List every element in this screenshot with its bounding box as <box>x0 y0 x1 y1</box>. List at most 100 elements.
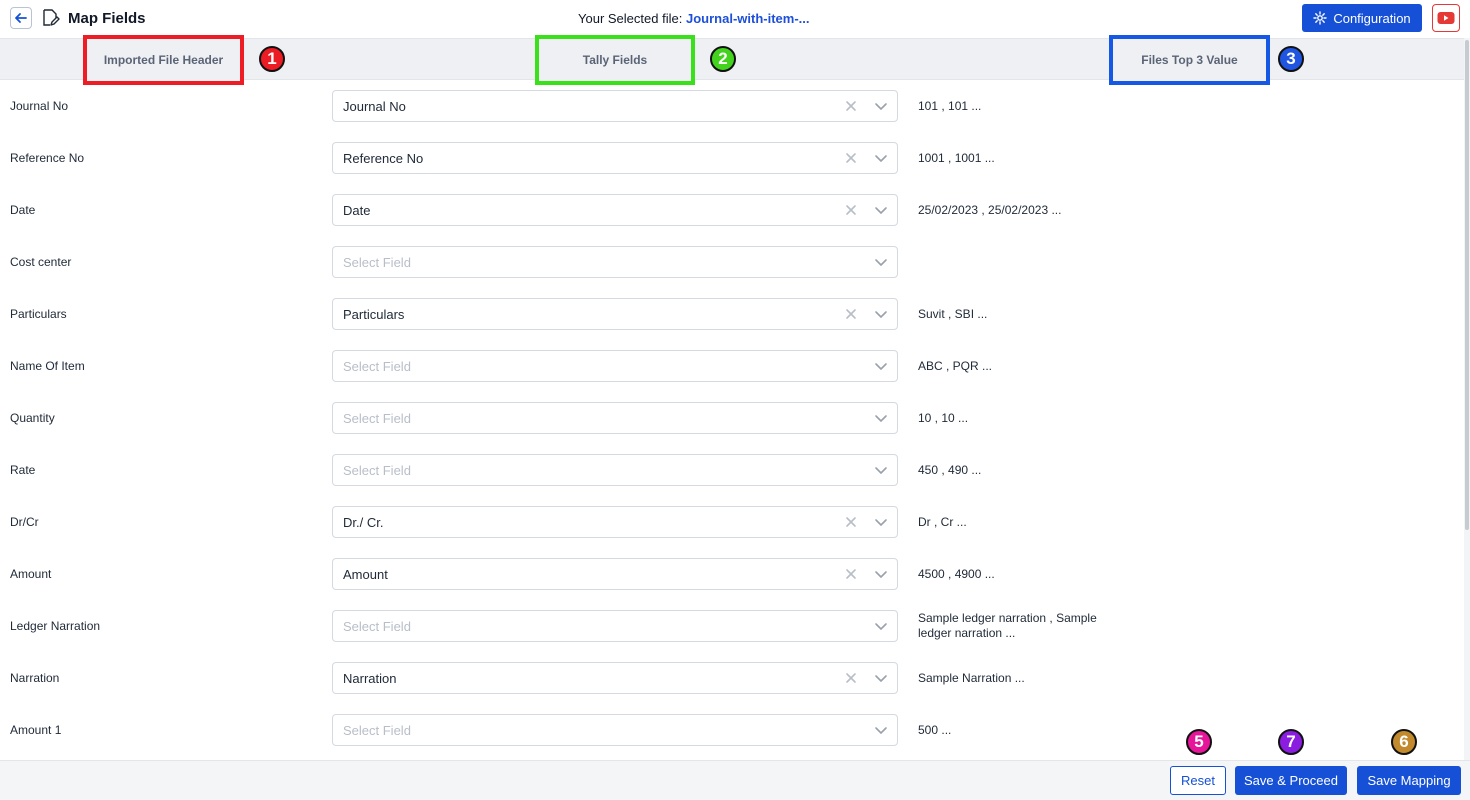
mapping-rows: Journal No Journal No 101 , 101 ... Referen… <box>0 80 1464 760</box>
imported-header-label: Journal No <box>10 99 69 113</box>
column-header-imported: Imported File Header <box>83 35 244 85</box>
select-value: Amount <box>343 567 388 582</box>
callout-badge-1: 1 <box>259 46 285 72</box>
table-row: Reference No Reference No 1001 , 1001 ... <box>0 132 1464 184</box>
tally-field-select[interactable]: Select Field <box>332 714 898 746</box>
imported-header-label: Cost center <box>10 255 72 269</box>
select-value: Particulars <box>343 307 405 322</box>
table-row: Dr/Cr Dr./ Cr. Dr , Cr ... <box>0 496 1464 548</box>
table-row: Particulars Particulars Suvit , SBI ... <box>0 288 1464 340</box>
callout-badge-6: 6 <box>1391 729 1417 755</box>
youtube-icon <box>1437 12 1455 24</box>
sample-values: Sample Narration ... <box>918 671 1025 685</box>
callout-badge-7: 7 <box>1278 729 1304 755</box>
sample-values: 500 ... <box>918 723 952 737</box>
clear-icon[interactable] <box>843 306 859 322</box>
top-bar: Map Fields Your Selected file: Journal-w… <box>0 0 1470 38</box>
sample-values: Suvit , SBI ... <box>918 307 988 321</box>
table-row: Rate Select Field 450 , 490 ... <box>0 444 1464 496</box>
tally-field-select[interactable]: Select Field <box>332 610 898 642</box>
tally-field-select[interactable]: Journal No <box>332 90 898 122</box>
gear-icon <box>1313 11 1328 25</box>
chevron-down-icon[interactable] <box>873 202 889 218</box>
scrollbar-thumb[interactable] <box>1465 40 1469 530</box>
chevron-down-icon[interactable] <box>873 462 889 478</box>
chevron-down-icon[interactable] <box>873 254 889 270</box>
tally-field-select[interactable]: Reference No <box>332 142 898 174</box>
tally-field-select[interactable]: Date <box>332 194 898 226</box>
clear-icon[interactable] <box>843 98 859 114</box>
chevron-down-icon[interactable] <box>873 722 889 738</box>
tally-field-select[interactable]: Dr./ Cr. <box>332 506 898 538</box>
tally-field-select[interactable]: Select Field <box>332 350 898 382</box>
sample-values: 450 , 490 ... <box>918 463 982 477</box>
sample-values: Dr , Cr ... <box>918 515 967 529</box>
save-mapping-button[interactable]: Save Mapping <box>1357 766 1461 795</box>
chevron-down-icon[interactable] <box>873 670 889 686</box>
tally-field-select[interactable]: Select Field <box>332 246 898 278</box>
chevron-down-icon[interactable] <box>873 358 889 374</box>
select-value: Reference No <box>343 151 424 166</box>
select-value: Dr./ Cr. <box>343 515 384 530</box>
clear-icon[interactable] <box>843 150 859 166</box>
select-placeholder: Select Field <box>343 463 411 478</box>
clear-icon[interactable] <box>843 670 859 686</box>
imported-header-label: Reference No <box>10 151 85 165</box>
select-placeholder: Select Field <box>343 619 411 634</box>
imported-header-label: Ledger Narration <box>10 619 101 633</box>
chevron-down-icon[interactable] <box>873 514 889 530</box>
sample-values: Sample ledger narration , Sample ledger … <box>918 611 1097 640</box>
configuration-label: Configuration <box>1333 10 1411 26</box>
table-row: Date Date 25/02/2023 , 25/02/2023 ... <box>0 184 1464 236</box>
callout-badge-3: 3 <box>1278 46 1304 72</box>
imported-header-label: Narration <box>10 671 60 685</box>
table-row: Narration Narration Sample Narration ... <box>0 652 1464 704</box>
tally-field-select[interactable]: Narration <box>332 662 898 694</box>
imported-header-label: Quantity <box>10 411 55 425</box>
chevron-down-icon[interactable] <box>873 98 889 114</box>
table-row: Name Of Item Select Field ABC , PQR ... <box>0 340 1464 392</box>
table-row: Ledger Narration Select Field Sample ledge… <box>0 600 1464 652</box>
table-row: Amount Amount 4500 , 4900 ... <box>0 548 1464 600</box>
arrow-left-icon <box>15 13 27 23</box>
imported-header-label: Amount <box>10 567 52 581</box>
imported-header-label: Amount 1 <box>10 723 62 737</box>
chevron-down-icon[interactable] <box>873 410 889 426</box>
tally-field-select[interactable]: Select Field <box>332 402 898 434</box>
chevron-down-icon[interactable] <box>873 618 889 634</box>
select-placeholder: Select Field <box>343 255 411 270</box>
imported-header-label: Date <box>10 203 36 217</box>
clear-icon[interactable] <box>843 566 859 582</box>
column-header-tally: Tally Fields <box>535 35 695 85</box>
select-placeholder: Select Field <box>343 723 411 738</box>
sample-values: 25/02/2023 , 25/02/2023 ... <box>918 203 1062 217</box>
imported-header-label: Name Of Item <box>10 359 85 373</box>
tally-field-select[interactable]: Amount <box>332 558 898 590</box>
table-row: Cost center Select Field <box>0 236 1464 288</box>
chevron-down-icon[interactable] <box>873 566 889 582</box>
reset-button[interactable]: Reset <box>1170 766 1226 795</box>
select-value: Narration <box>343 671 397 686</box>
select-value: Date <box>343 203 371 218</box>
page-title: Map Fields <box>68 10 146 27</box>
youtube-button[interactable] <box>1432 4 1460 32</box>
clear-icon[interactable] <box>843 514 859 530</box>
table-row: Quantity Select Field 10 , 10 ... <box>0 392 1464 444</box>
chevron-down-icon[interactable] <box>873 150 889 166</box>
back-button[interactable] <box>10 7 32 29</box>
tally-field-select[interactable]: Select Field <box>332 454 898 486</box>
callout-badge-2: 2 <box>710 46 736 72</box>
select-placeholder: Select Field <box>343 359 411 374</box>
table-row: Journal No Journal No 101 , 101 ... <box>0 80 1464 132</box>
imported-header-label: Dr/Cr <box>10 515 39 529</box>
sample-values: 10 , 10 ... <box>918 411 969 425</box>
chevron-down-icon[interactable] <box>873 306 889 322</box>
save-proceed-button[interactable]: Save & Proceed <box>1235 766 1347 795</box>
selected-file-name[interactable]: Journal-with-item-... <box>686 11 810 26</box>
clear-icon[interactable] <box>843 202 859 218</box>
configuration-button[interactable]: Configuration <box>1302 4 1422 32</box>
tally-field-select[interactable]: Particulars <box>332 298 898 330</box>
imported-header-label: Rate <box>10 463 36 477</box>
select-placeholder: Select Field <box>343 411 411 426</box>
select-value: Journal No <box>343 99 406 114</box>
